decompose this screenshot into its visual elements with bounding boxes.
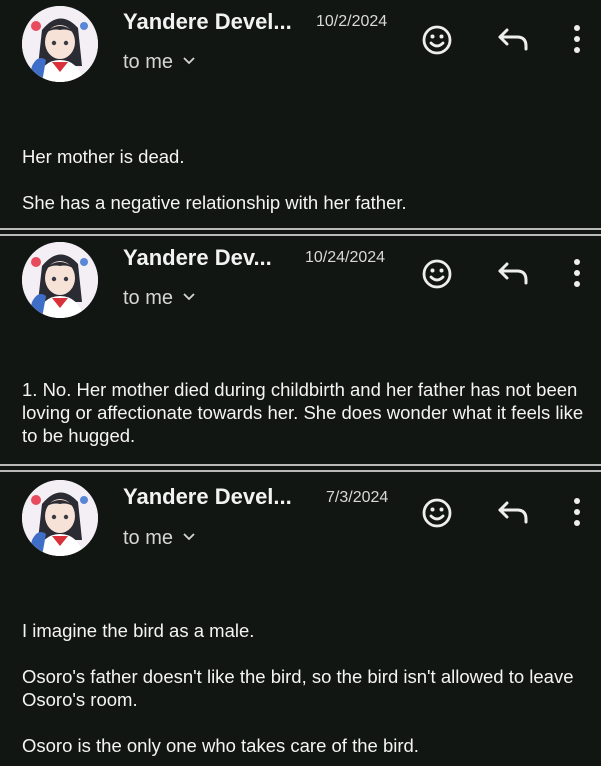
emoji-icon[interactable] [421, 24, 453, 56]
emoji-icon[interactable] [421, 258, 453, 290]
email-date: 7/3/2024 [326, 489, 389, 506]
sender-name: Yandere Devel... [123, 9, 292, 34]
sender-avatar[interactable] [22, 480, 98, 556]
chevron-down-icon [183, 293, 195, 301]
sender-avatar[interactable] [22, 6, 98, 82]
recipient-label: to me [123, 287, 174, 309]
body-paragraph: She has a negative relationship with her… [22, 192, 407, 213]
email-date: 10/2/2024 [316, 13, 388, 30]
email-message-3: Yandere Devel... 7/3/2024 to me I imagin… [0, 472, 601, 766]
message-divider [0, 228, 601, 236]
body-paragraph: 1. No. Her mother died during childbirth… [22, 379, 584, 446]
email-body: Her mother is dead. She has a negative r… [22, 145, 592, 214]
emoji-icon[interactable] [421, 497, 453, 529]
reply-icon[interactable] [497, 500, 529, 526]
recipient-label: to me [123, 51, 174, 73]
body-paragraph: Osoro is the only one who takes care of … [22, 735, 419, 756]
more-vert-icon[interactable] [572, 258, 582, 288]
recipient-label: to me [123, 527, 174, 549]
reply-icon[interactable] [497, 261, 529, 287]
sender-name: Yandere Dev... [123, 245, 272, 270]
body-paragraph: I imagine the bird as a male. [22, 620, 255, 641]
body-paragraph: Osoro's father doesn't like the bird, so… [22, 666, 574, 710]
sender-name: Yandere Devel... [123, 484, 292, 509]
more-vert-icon[interactable] [572, 497, 582, 527]
message-divider [0, 464, 601, 472]
more-vert-icon[interactable] [572, 24, 582, 54]
chevron-down-icon [183, 57, 195, 65]
email-date: 10/24/2024 [305, 249, 386, 266]
body-paragraph: Her mother is dead. [22, 146, 185, 167]
email-body: I imagine the bird as a male. Osoro's fa… [22, 619, 592, 757]
chevron-down-icon [183, 533, 195, 541]
recipient-toggle[interactable]: to me [123, 51, 195, 74]
reply-icon[interactable] [497, 27, 529, 53]
email-message-1: Yandere Devel... 10/2/2024 to me Her mot… [0, 0, 601, 228]
recipient-toggle[interactable]: to me [123, 527, 195, 550]
recipient-toggle[interactable]: to me [123, 287, 195, 310]
email-body: 1. No. Her mother died during childbirth… [22, 378, 592, 447]
sender-avatar[interactable] [22, 242, 98, 318]
email-message-2: Yandere Dev... 10/24/2024 to me 1. No. H… [0, 236, 601, 464]
